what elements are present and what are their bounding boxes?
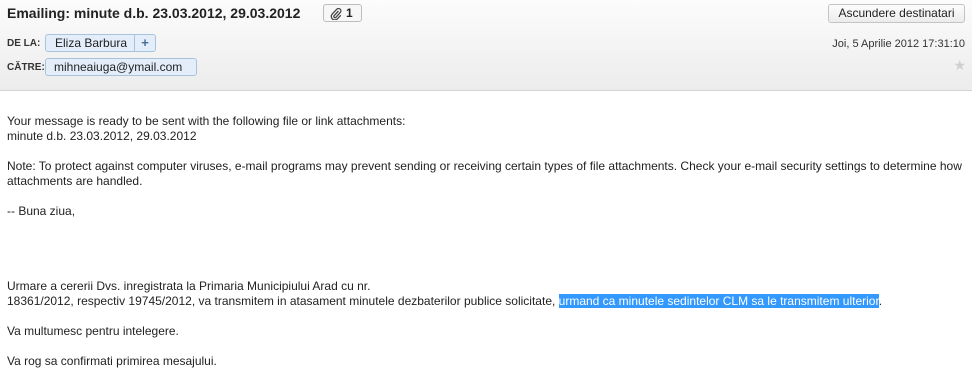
sender-chip[interactable]: Eliza Barbura + <box>45 34 156 52</box>
body-line: minute d.b. 23.03.2012, 29.03.2012 <box>7 129 197 143</box>
body-note: Note: To protect against computer viruse… <box>7 159 962 188</box>
body-text-run: . <box>878 294 883 308</box>
body-text-run: 18361/2012, respectiv 19745/2012, va tra… <box>7 294 559 308</box>
attachment-badge[interactable]: 1 <box>323 4 362 22</box>
body-confirm: Va rog sa confirmati primirea mesajului. <box>7 354 217 368</box>
body-greeting: -- Buna ziua, <box>7 204 76 218</box>
body-thanks: Va multumesc pentru intelegere. <box>7 324 179 338</box>
message-date: Joi, 5 Aprilie 2012 17:31:10 <box>832 38 965 50</box>
body-line: Your message is ready to be sent with th… <box>7 114 406 128</box>
sender-name[interactable]: Eliza Barbura <box>46 35 134 51</box>
to-label: CĂTRE: <box>7 62 45 73</box>
message-body: Your message is ready to be sent with th… <box>7 114 962 369</box>
add-contact-icon[interactable]: + <box>134 35 155 51</box>
recipient-chip[interactable]: mihneaiuga@ymail.com <box>45 58 197 76</box>
message-subject: Emailing: minute d.b. 23.03.2012, 29.03.… <box>7 5 301 21</box>
body-line: 18361/2012, respectiv 19745/2012, va tra… <box>7 294 962 309</box>
message-header: Emailing: minute d.b. 23.03.2012, 29.03.… <box>0 0 972 91</box>
hide-recipients-button[interactable]: Ascundere destinatari <box>828 4 965 23</box>
from-label: DE LA: <box>7 38 41 49</box>
star-icon[interactable]: ★ <box>953 57 966 74</box>
attachment-count: 1 <box>346 6 353 20</box>
paperclip-icon <box>330 7 342 20</box>
body-line: Urmare a cererii Dvs. inregistrata la Pr… <box>7 279 371 293</box>
selected-text[interactable]: urmand ca minutele sedintelor CLM sa le … <box>558 294 879 308</box>
